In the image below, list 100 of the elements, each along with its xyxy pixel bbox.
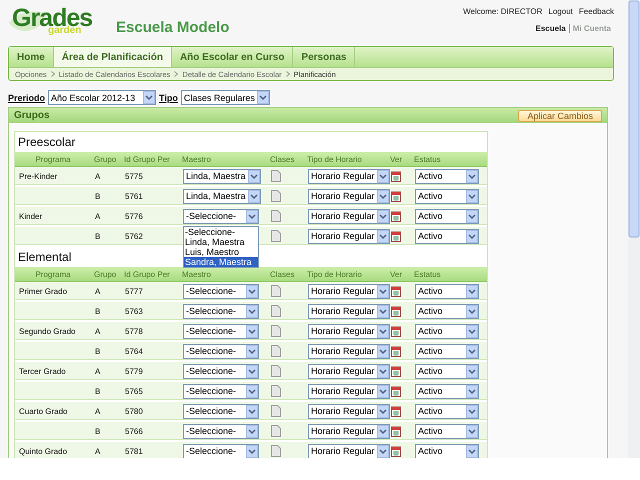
schedule-type-select[interactable]: Horario Regular: [308, 168, 390, 184]
group-letter: B: [95, 386, 100, 396]
dropdown-option[interactable]: Sandra, Maestra: [184, 256, 258, 266]
column-header: Tipo de Horario: [306, 270, 363, 278]
teacher-select[interactable]: -Seleccione-: [183, 324, 259, 338]
schedule-type-select[interactable]: Horario Regular: [308, 284, 390, 298]
status-select[interactable]: Activo: [415, 284, 479, 298]
schedule-type-select[interactable]: Horario Regular: [308, 228, 390, 244]
document-icon[interactable]: [271, 345, 281, 357]
group-letter: B: [95, 426, 100, 436]
schedule-type-select[interactable]: Horario Regular: [308, 208, 390, 224]
schedule-type-select[interactable]: Horario Regular: [308, 304, 390, 318]
schedule-type-select[interactable]: Horario Regular: [308, 404, 390, 418]
group-id: 5763: [125, 306, 143, 316]
status-select[interactable]: Activo: [415, 168, 479, 184]
calendar-icon[interactable]: [391, 286, 401, 296]
group-letter: A: [95, 212, 100, 220]
group-id: 5780: [125, 406, 143, 416]
status-select[interactable]: Activo: [415, 364, 479, 378]
document-icon[interactable]: [271, 190, 281, 202]
document-icon[interactable]: [271, 230, 281, 242]
column-header: Programa: [34, 270, 72, 278]
filter-select[interactable]: Año Escolar 2012-13: [48, 90, 156, 105]
teacher-select[interactable]: -Seleccione-: [183, 344, 259, 358]
schedule-type-select[interactable]: Horario Regular: [308, 324, 390, 338]
teacher-select[interactable]: -Seleccione-: [183, 304, 259, 318]
teacher-select[interactable]: -Seleccione-: [183, 284, 259, 298]
group-id: 5761: [125, 192, 143, 200]
status-select[interactable]: Activo: [415, 384, 479, 398]
column-header: Clases: [269, 270, 296, 278]
schedule-type-select[interactable]: Horario Regular: [308, 364, 390, 378]
document-icon[interactable]: [271, 170, 281, 182]
status-select[interactable]: Activo: [415, 404, 479, 418]
document-icon[interactable]: [271, 210, 281, 222]
nav-tab[interactable]: Personas: [293, 47, 356, 67]
calendar-icon[interactable]: [391, 326, 401, 336]
program-name: Tercer Grado: [19, 366, 66, 376]
teacher-select[interactable]: -Seleccione-: [183, 424, 259, 438]
scrollbar[interactable]: [628, 0, 640, 458]
status-select[interactable]: Activo: [415, 324, 479, 338]
teacher-select[interactable]: Linda, Maestra: [183, 188, 261, 204]
schedule-type-select[interactable]: Horario Regular: [308, 188, 390, 204]
teacher-select[interactable]: -Seleccione-: [183, 208, 259, 224]
group-letter: A: [95, 446, 100, 456]
teacher-select[interactable]: -Seleccione-: [183, 364, 259, 378]
calendar-icon[interactable]: [391, 170, 401, 182]
context-link[interactable]: Escuela: [532, 24, 569, 33]
program-name: Quinto Grado: [19, 446, 68, 456]
nav-tab[interactable]: Año Escolar en Curso: [172, 47, 294, 67]
calendar-icon[interactable]: [391, 230, 401, 242]
calendar-icon[interactable]: [391, 306, 401, 316]
schedule-type-select[interactable]: Horario Regular: [308, 344, 390, 358]
header-link[interactable]: Logout: [548, 7, 573, 16]
filter-select[interactable]: Clases Regulares: [180, 90, 270, 105]
column-header: Maestro: [181, 270, 212, 278]
chevron-right-icon: [50, 71, 55, 77]
document-icon[interactable]: [271, 385, 281, 397]
group-letter: B: [95, 232, 100, 240]
group-letter: A: [95, 326, 100, 336]
status-select[interactable]: Activo: [415, 304, 479, 318]
calendar-icon[interactable]: [391, 446, 401, 456]
document-icon[interactable]: [271, 405, 281, 417]
section-title: Elemental: [18, 250, 72, 264]
calendar-icon[interactable]: [391, 346, 401, 356]
document-icon[interactable]: [271, 305, 281, 317]
status-select[interactable]: Activo: [415, 444, 479, 458]
apply-changes-button[interactable]: Aplicar Cambios: [518, 110, 602, 122]
nav-tab[interactable]: Área de Planificación: [54, 47, 172, 67]
schedule-type-select[interactable]: Horario Regular: [308, 424, 390, 438]
calendar-icon[interactable]: [391, 426, 401, 436]
document-icon[interactable]: [271, 445, 281, 457]
teacher-select[interactable]: -Seleccione-: [183, 384, 259, 398]
status-select[interactable]: Activo: [415, 344, 479, 358]
program-name: Cuarto Grado: [19, 406, 68, 416]
document-icon[interactable]: [271, 425, 281, 437]
schedule-type-select[interactable]: Horario Regular: [308, 444, 390, 458]
group-id: 5776: [125, 212, 143, 220]
document-icon[interactable]: [271, 285, 281, 297]
status-select[interactable]: Activo: [415, 208, 479, 224]
group-id: 5766: [125, 426, 143, 436]
calendar-icon[interactable]: [391, 190, 401, 202]
column-header: Maestro: [181, 154, 212, 164]
document-icon[interactable]: [271, 365, 281, 377]
schedule-type-select[interactable]: Horario Regular: [308, 384, 390, 398]
status-select[interactable]: Activo: [415, 188, 479, 204]
teacher-select[interactable]: Linda, Maestra: [183, 168, 261, 184]
calendar-icon[interactable]: [391, 406, 401, 416]
calendar-icon[interactable]: [391, 386, 401, 396]
teacher-select[interactable]: -Seleccione-: [183, 444, 259, 458]
calendar-icon[interactable]: [391, 366, 401, 376]
column-header: Estatus: [413, 154, 442, 164]
header-link[interactable]: Feedback: [578, 7, 614, 16]
status-select[interactable]: Activo: [415, 228, 479, 244]
status-select[interactable]: Activo: [415, 424, 479, 438]
column-header: Id Grupo Per: [123, 270, 171, 278]
calendar-icon[interactable]: [391, 210, 401, 222]
teacher-select[interactable]: -Seleccione-: [183, 404, 259, 418]
program-name: Primer Grado: [19, 286, 68, 296]
group-letter: B: [95, 192, 100, 200]
document-icon[interactable]: [271, 325, 281, 337]
